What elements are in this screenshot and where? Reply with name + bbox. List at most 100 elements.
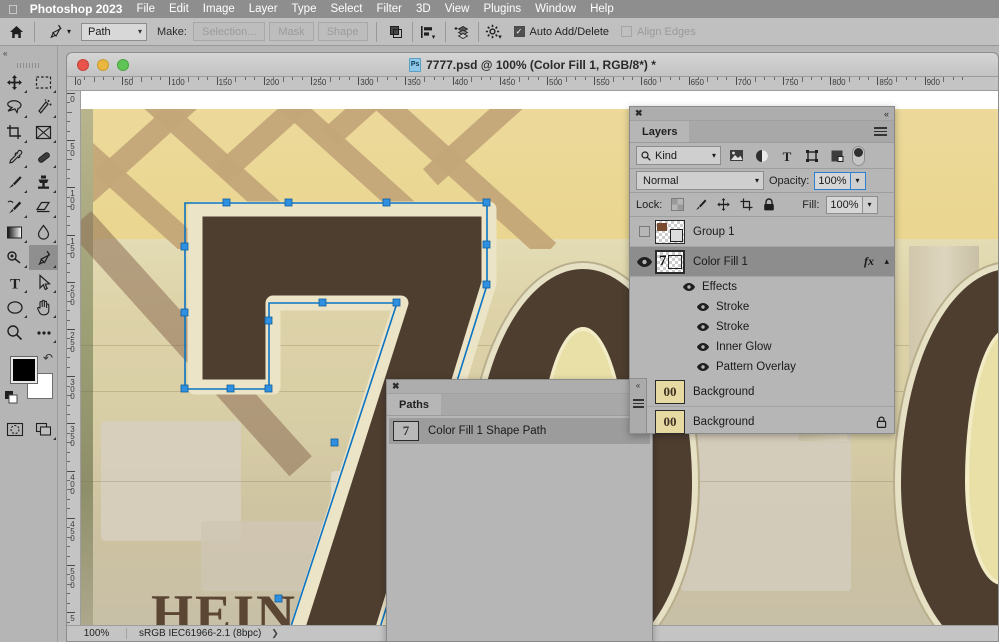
swap-colors-icon[interactable]: ↶ bbox=[43, 351, 53, 365]
menu-item-file[interactable]: File bbox=[136, 3, 155, 15]
screen-mode-icon[interactable] bbox=[29, 417, 58, 442]
pixel-filter-icon[interactable] bbox=[727, 146, 746, 165]
tab-layers[interactable]: Layers bbox=[630, 121, 689, 142]
fill-stepper[interactable]: ▾ bbox=[863, 196, 878, 214]
zoom-level[interactable]: 100% bbox=[67, 628, 127, 639]
spot-healing-brush-tool[interactable] bbox=[29, 145, 58, 170]
double-chevron-left-icon[interactable]: « bbox=[884, 109, 889, 119]
menu-item-plugins[interactable]: Plugins bbox=[483, 3, 521, 15]
menu-item-3d[interactable]: 3D bbox=[416, 3, 431, 15]
adjustment-filter-icon[interactable] bbox=[752, 146, 771, 165]
effect-row[interactable]: Inner Glow bbox=[630, 337, 894, 357]
layers-panel-topbar[interactable]: ✖ « bbox=[630, 107, 894, 121]
close-icon[interactable]: ✖ bbox=[392, 381, 400, 392]
align-edges-checkbox[interactable]: Align Edges bbox=[621, 26, 708, 38]
layer-thumbnail[interactable]: 7 bbox=[655, 250, 685, 274]
eye-icon[interactable] bbox=[696, 363, 710, 371]
effect-row[interactable]: Stroke bbox=[630, 297, 894, 317]
effects-group-row[interactable]: Effects bbox=[630, 277, 894, 297]
rectangular-marquee-tool[interactable] bbox=[29, 70, 58, 95]
layer-row[interactable]: 00 Background bbox=[630, 407, 894, 437]
smart-object-filter-icon[interactable] bbox=[827, 146, 846, 165]
menu-item-select[interactable]: Select bbox=[330, 3, 362, 15]
opacity-stepper[interactable]: ▾ bbox=[851, 172, 866, 190]
lock-artboard-nesting-icon[interactable] bbox=[738, 197, 754, 213]
make-shape-button[interactable]: Shape bbox=[318, 22, 368, 41]
zoom-tool[interactable] bbox=[0, 320, 29, 345]
filter-toggle-icon[interactable] bbox=[852, 146, 865, 166]
pen-tool[interactable] bbox=[29, 245, 58, 270]
menu-item-image[interactable]: Image bbox=[203, 3, 235, 15]
quick-mask-icon[interactable] bbox=[0, 417, 29, 442]
frame-tool[interactable] bbox=[29, 120, 58, 145]
eraser-tool[interactable] bbox=[29, 195, 58, 220]
chevron-up-icon[interactable]: ▴ bbox=[884, 256, 889, 267]
collapsed-panel-strip[interactable]: « bbox=[629, 378, 647, 434]
layer-visibility-toggle[interactable] bbox=[633, 226, 655, 237]
move-tool[interactable] bbox=[0, 70, 29, 95]
foreground-color-swatch[interactable] bbox=[11, 357, 37, 383]
eye-icon[interactable] bbox=[696, 323, 710, 331]
menu-item-type[interactable]: Type bbox=[292, 3, 317, 15]
blur-tool[interactable] bbox=[29, 220, 58, 245]
current-tool-chip[interactable]: ▾ bbox=[43, 21, 75, 42]
document-titlebar[interactable]: Ps 7777.psd @ 100% (Color Fill 1, RGB/8*… bbox=[67, 53, 998, 77]
type-filter-icon[interactable]: T bbox=[777, 146, 796, 165]
path-operations-icon[interactable] bbox=[385, 21, 407, 43]
opacity-input[interactable]: 100% bbox=[814, 172, 850, 190]
layer-visibility-toggle[interactable] bbox=[633, 257, 655, 267]
eye-icon[interactable] bbox=[696, 303, 710, 311]
menu-item-view[interactable]: View bbox=[445, 3, 470, 15]
shape-filter-icon[interactable] bbox=[802, 146, 821, 165]
lock-transparent-pixels-icon[interactable] bbox=[669, 197, 685, 213]
home-icon[interactable] bbox=[6, 22, 26, 42]
magic-wand-tool[interactable] bbox=[29, 95, 58, 120]
path-selection-tool[interactable] bbox=[29, 270, 58, 295]
menu-item-window[interactable]: Window bbox=[535, 3, 576, 15]
eye-icon[interactable] bbox=[682, 283, 696, 291]
chevron-right-icon[interactable]: ❯ bbox=[271, 628, 279, 639]
blend-mode-select[interactable]: Normal ▾ bbox=[636, 171, 764, 190]
lock-all-icon[interactable] bbox=[761, 197, 777, 213]
crop-tool[interactable] bbox=[0, 120, 29, 145]
layer-thumbnail[interactable]: 00 bbox=[655, 380, 685, 404]
double-chevron-left-icon[interactable]: « bbox=[630, 379, 646, 393]
tab-paths[interactable]: Paths bbox=[387, 394, 441, 415]
auto-add-delete-checkbox[interactable]: ✓ Auto Add/Delete bbox=[514, 26, 622, 38]
layer-thumbnail[interactable]: 00 bbox=[655, 410, 685, 434]
gradient-tool[interactable] bbox=[0, 220, 29, 245]
tools-collapse-button[interactable]: « bbox=[0, 46, 57, 60]
layer-row[interactable]: 7 Color Fill 1 fx ▴ bbox=[630, 247, 894, 277]
menu-item-edit[interactable]: Edit bbox=[169, 3, 189, 15]
path-alignment-icon[interactable]: ▾ bbox=[418, 21, 440, 43]
fill-input[interactable]: 100% bbox=[826, 196, 862, 214]
horizontal-ruler[interactable]: 0501001502002503003504004505005506006507… bbox=[67, 77, 999, 91]
tools-grip[interactable] bbox=[0, 60, 57, 70]
history-brush-tool[interactable] bbox=[0, 195, 29, 220]
path-mode-select[interactable]: Path ▾ bbox=[81, 23, 147, 41]
paths-panel-topbar[interactable]: ✖ « bbox=[387, 380, 652, 394]
menu-item-help[interactable]: Help bbox=[590, 3, 614, 15]
fx-badge[interactable]: fx bbox=[864, 254, 874, 269]
app-name-label[interactable]: Photoshop 2023 bbox=[30, 2, 123, 16]
menu-item-filter[interactable]: Filter bbox=[376, 3, 402, 15]
layer-fx-cell[interactable]: fx ▴ bbox=[864, 254, 894, 269]
panel-menu-icon[interactable] bbox=[874, 121, 894, 142]
make-selection-button[interactable]: Selection... bbox=[193, 22, 265, 41]
brush-tool[interactable] bbox=[0, 170, 29, 195]
vertical-ruler[interactable]: 0501001502002503003504004505005 bbox=[67, 91, 81, 642]
eye-icon[interactable] bbox=[696, 343, 710, 351]
lock-position-icon[interactable] bbox=[715, 197, 731, 213]
lasso-tool[interactable] bbox=[0, 95, 29, 120]
clone-stamp-tool[interactable] bbox=[29, 170, 58, 195]
layer-row[interactable]: 00 Background bbox=[630, 377, 894, 407]
edit-toolbar-button[interactable] bbox=[29, 320, 58, 345]
menu-item-layer[interactable]: Layer bbox=[249, 3, 278, 15]
ellipse-tool[interactable] bbox=[0, 295, 29, 320]
effect-row[interactable]: Pattern Overlay bbox=[630, 357, 894, 377]
default-colors-icon[interactable] bbox=[5, 391, 18, 404]
layer-kind-select[interactable]: Kind ▾ bbox=[636, 146, 721, 165]
make-mask-button[interactable]: Mask bbox=[269, 22, 313, 41]
close-icon[interactable]: ✖ bbox=[635, 108, 643, 119]
path-arrangement-icon[interactable] bbox=[451, 21, 473, 43]
